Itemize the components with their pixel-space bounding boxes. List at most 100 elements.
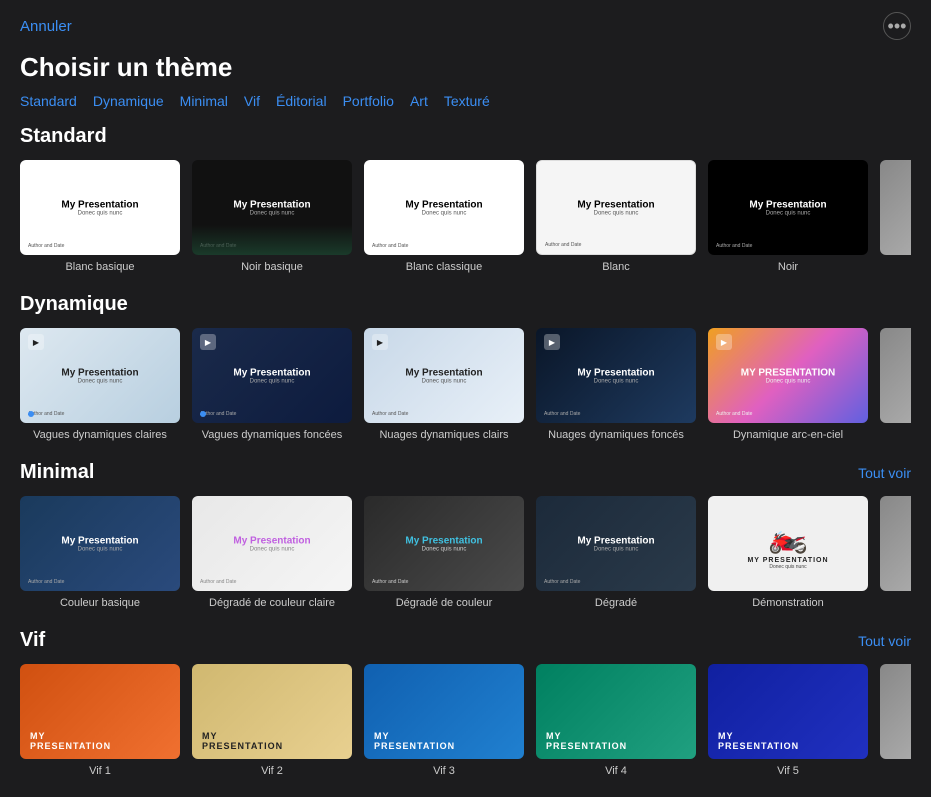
theme-thumb-arc-en-ciel: MY PRESENTATIONDonec quis nuncAuthor and… <box>708 328 868 423</box>
thumb-presentation-title: My Presentation <box>61 199 138 210</box>
theme-label-arc-en-ciel: Dynamique arc-en-ciel <box>733 429 843 441</box>
thumb-presentation-title: My Presentation <box>749 199 826 210</box>
theme-item-arc-en-ciel[interactable]: MY PRESENTATIONDonec quis nuncAuthor and… <box>708 328 868 441</box>
thumb-text-nuages-clairs: My PresentationDonec quis nunc <box>405 367 482 384</box>
theme-item-vagues-foncees[interactable]: My PresentationDonec quis nuncAuthor and… <box>192 328 352 441</box>
thumb-presentation-subtitle: Donec quis nunc <box>577 546 654 552</box>
theme-label-degrade-couleur: Dégradé de couleur <box>396 597 493 609</box>
filter-tab-vif[interactable]: Vif <box>244 93 260 109</box>
theme-item-blanc-basique[interactable]: My PresentationDonec quis nuncAuthor and… <box>20 160 180 273</box>
themes-row-dynamique: My PresentationDonec quis nuncAuthor and… <box>20 328 911 441</box>
tout-voir-minimal[interactable]: Tout voir <box>858 465 911 481</box>
thumb-presentation-title: My Presentation <box>577 367 654 378</box>
theme-thumb-vagues-claires: My PresentationDonec quis nuncAuthor and… <box>20 328 180 423</box>
theme-thumb-vif1: MYPRESENTATION <box>20 664 180 759</box>
filter-tab-éditorial[interactable]: Éditorial <box>276 93 327 109</box>
thumb-presentation-subtitle: Donec quis nunc <box>577 378 654 384</box>
filter-tab-texturé[interactable]: Texturé <box>444 93 490 109</box>
theme-item-noir-basique[interactable]: My PresentationDonec quis nunc Author and… <box>192 160 352 273</box>
thumb-author: Author and Date <box>372 579 408 585</box>
vif-title: MYPRESENTATION <box>546 731 627 751</box>
theme-item-vagues-claires[interactable]: My PresentationDonec quis nuncAuthor and… <box>20 328 180 441</box>
thumb-presentation-title: My Presentation <box>405 535 482 546</box>
thumb-presentation-subtitle: Donec quis nunc <box>577 210 654 216</box>
theme-label-noir: Noir <box>778 261 798 273</box>
thumb-author: Author and Date <box>28 579 64 585</box>
theme-item-demo[interactable]: 🏍️ MY PRESENTATION Donec quis nunc Démon… <box>708 496 868 609</box>
theme-item-degrade[interactable]: My PresentationDonec quis nuncAuthor and… <box>536 496 696 609</box>
thumb-presentation-title: My Presentation <box>233 367 310 378</box>
page-title: Choisir un thème <box>0 52 931 93</box>
annuler-button[interactable]: Annuler <box>20 18 72 35</box>
theme-label-nuages-clairs: Nuages dynamiques clairs <box>379 429 508 441</box>
thumb-text-degrade: My PresentationDonec quis nunc <box>577 535 654 552</box>
filter-tab-art[interactable]: Art <box>410 93 428 109</box>
theme-thumb-blanc: My PresentationDonec quis nunc Author and… <box>536 160 696 255</box>
thumb-presentation-title: My Presentation <box>61 535 138 546</box>
filter-tab-portfolio[interactable]: Portfolio <box>343 93 394 109</box>
theme-label-blanc: Blanc <box>602 261 630 273</box>
thumb-presentation-title: My Presentation <box>233 199 310 210</box>
theme-label-vagues-foncees: Vagues dynamiques foncées <box>202 429 342 441</box>
theme-item-partial-standard <box>880 160 911 273</box>
theme-item-couleur-basique[interactable]: My PresentationDonec quis nuncAuthor and… <box>20 496 180 609</box>
theme-item-degrade-clair[interactable]: My PresentationDonec quis nuncAuthor and… <box>192 496 352 609</box>
theme-item-partial-vif <box>880 664 911 777</box>
theme-label-demo: Démonstration <box>752 597 824 609</box>
filter-tab-minimal[interactable]: Minimal <box>180 93 228 109</box>
thumb-presentation-title: My Presentation <box>61 367 138 378</box>
vif-title: MYPRESENTATION <box>30 731 111 751</box>
filter-tab-standard[interactable]: Standard <box>20 93 77 109</box>
thumb-text-blanc-classique: My PresentationDonec quis nunc <box>405 199 482 216</box>
theme-item-vif2[interactable]: MYPRESENTATION Vif 2 <box>192 664 352 777</box>
thumb-presentation-subtitle: Donec quis nunc <box>405 546 482 552</box>
theme-thumb-vif5: MYPRESENTATION <box>708 664 868 759</box>
theme-item-vif5[interactable]: MYPRESENTATION Vif 5 <box>708 664 868 777</box>
theme-thumb-noir-basique: My PresentationDonec quis nunc Author and… <box>192 160 352 255</box>
theme-item-vif1[interactable]: MYPRESENTATION Vif 1 <box>20 664 180 777</box>
moto-subtitle: Donec quis nunc <box>769 564 806 570</box>
theme-thumb-blanc-classique: My PresentationDonec quis nunc Author and… <box>364 160 524 255</box>
theme-thumb-nuages-fonces: My PresentationDonec quis nuncAuthor and… <box>536 328 696 423</box>
section-vif: VifTout voir MYPRESENTATION Vif 1 MYPRES… <box>0 629 931 797</box>
section-dynamique: DynamiqueMy PresentationDonec quis nuncA… <box>0 293 931 461</box>
theme-label-blanc-classique: Blanc classique <box>406 261 482 273</box>
theme-item-vif4[interactable]: MYPRESENTATION Vif 4 <box>536 664 696 777</box>
theme-label-noir-basique: Noir basique <box>241 261 303 273</box>
thumb-presentation-subtitle: Donec quis nunc <box>405 210 482 216</box>
theme-label-couleur-basique: Couleur basique <box>60 597 140 609</box>
tout-voir-vif[interactable]: Tout voir <box>858 633 911 649</box>
more-button[interactable]: ••• <box>883 12 911 40</box>
theme-item-vif3[interactable]: MYPRESENTATION Vif 3 <box>364 664 524 777</box>
thumb-text-vagues-claires: My PresentationDonec quis nunc <box>61 367 138 384</box>
theme-thumb-vif3: MYPRESENTATION <box>364 664 524 759</box>
thumb-author: Author and Date <box>200 243 236 249</box>
theme-item-blanc[interactable]: My PresentationDonec quis nunc Author and… <box>536 160 696 273</box>
theme-item-degrade-couleur[interactable]: My PresentationDonec quis nunc Author and… <box>364 496 524 609</box>
filter-tab-dynamique[interactable]: Dynamique <box>93 93 164 109</box>
thumb-author: Author and Date <box>372 243 408 249</box>
sections-container: StandardMy PresentationDonec quis nuncAu… <box>0 125 931 797</box>
play-icon: ▶ <box>28 334 44 350</box>
themes-row-standard: My PresentationDonec quis nuncAuthor and… <box>20 160 911 273</box>
theme-item-nuages-fonces[interactable]: My PresentationDonec quis nuncAuthor and… <box>536 328 696 441</box>
thumb-text-degrade-couleur: My PresentationDonec quis nunc <box>405 535 482 552</box>
moto-title: MY PRESENTATION <box>747 557 828 564</box>
section-minimal: MinimalTout voirMy PresentationDonec qui… <box>0 461 931 629</box>
theme-item-nuages-clairs[interactable]: My PresentationDonec quis nuncAuthor and… <box>364 328 524 441</box>
thumb-presentation-subtitle: Donec quis nunc <box>749 210 826 216</box>
thumb-author: Author and Date <box>545 242 581 248</box>
thumb-presentation-subtitle: Donec quis nunc <box>61 210 138 216</box>
thumb-presentation-subtitle: Donec quis nunc <box>233 210 310 216</box>
theme-item-partial-minimal <box>880 496 911 609</box>
section-standard: StandardMy PresentationDonec quis nuncAu… <box>0 125 931 293</box>
theme-label-nuages-fonces: Nuages dynamiques foncés <box>548 429 684 441</box>
theme-item-blanc-classique[interactable]: My PresentationDonec quis nunc Author and… <box>364 160 524 273</box>
theme-thumb-nuages-clairs: My PresentationDonec quis nuncAuthor and… <box>364 328 524 423</box>
theme-label-degrade-clair: Dégradé de couleur claire <box>209 597 335 609</box>
thumb-text-blanc: My PresentationDonec quis nunc <box>577 199 654 216</box>
theme-label-vif5: Vif 5 <box>777 765 799 777</box>
theme-thumb-degrade-clair: My PresentationDonec quis nuncAuthor and… <box>192 496 352 591</box>
themes-row-vif: MYPRESENTATION Vif 1 MYPRESENTATION Vif … <box>20 664 911 777</box>
theme-item-noir[interactable]: My PresentationDonec quis nuncAuthor and… <box>708 160 868 273</box>
